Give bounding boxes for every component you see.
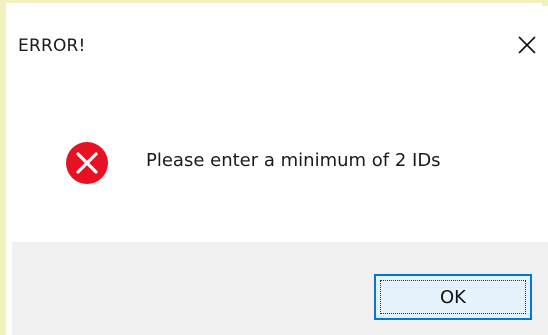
dialog-footer: OK: [12, 242, 548, 335]
dialog-title: ERROR!: [18, 36, 86, 56]
dialog-content: Please enter a minimum of 2 IDs: [12, 82, 548, 242]
error-icon: [66, 142, 108, 184]
page: ERROR! Please enter a minimum of 2 IDs O…: [0, 0, 548, 335]
ok-button-label: OK: [440, 286, 466, 308]
title-bar: ERROR!: [12, 6, 548, 82]
ok-button[interactable]: OK: [374, 274, 532, 320]
close-button[interactable]: [510, 28, 544, 62]
error-message: Please enter a minimum of 2 IDs: [146, 150, 441, 171]
error-dialog: ERROR! Please enter a minimum of 2 IDs O…: [12, 6, 548, 335]
close-icon: [518, 36, 536, 54]
